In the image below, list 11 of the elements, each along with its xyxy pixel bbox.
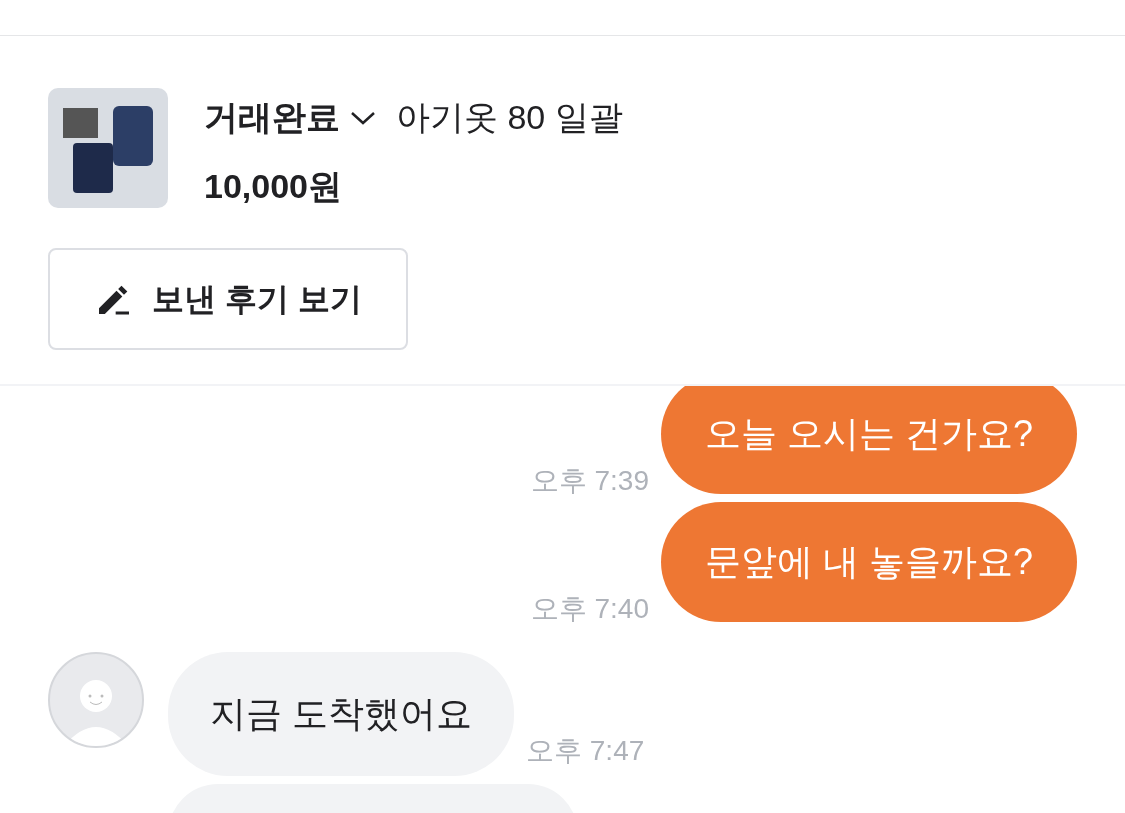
message-time: 오후 7:47: [526, 734, 645, 768]
trade-status[interactable]: 거래완료: [204, 92, 340, 143]
product-title: 아기옷 80 일괄: [396, 97, 623, 138]
message-bubble: 오늘 오시는 건가요?: [660, 386, 1077, 494]
chevron-down-icon[interactable]: [350, 109, 376, 126]
message-time: 오후 7:40: [530, 592, 649, 626]
message-bubble: 지금 도착했어요: [168, 652, 514, 776]
message-time: 오후 7:39: [530, 464, 649, 498]
review-button[interactable]: 보낸 후기 보기: [48, 248, 408, 350]
product-price: 10,000원: [204, 166, 343, 207]
message-bubble: 문앞에 내 놓을까요?: [660, 502, 1077, 622]
